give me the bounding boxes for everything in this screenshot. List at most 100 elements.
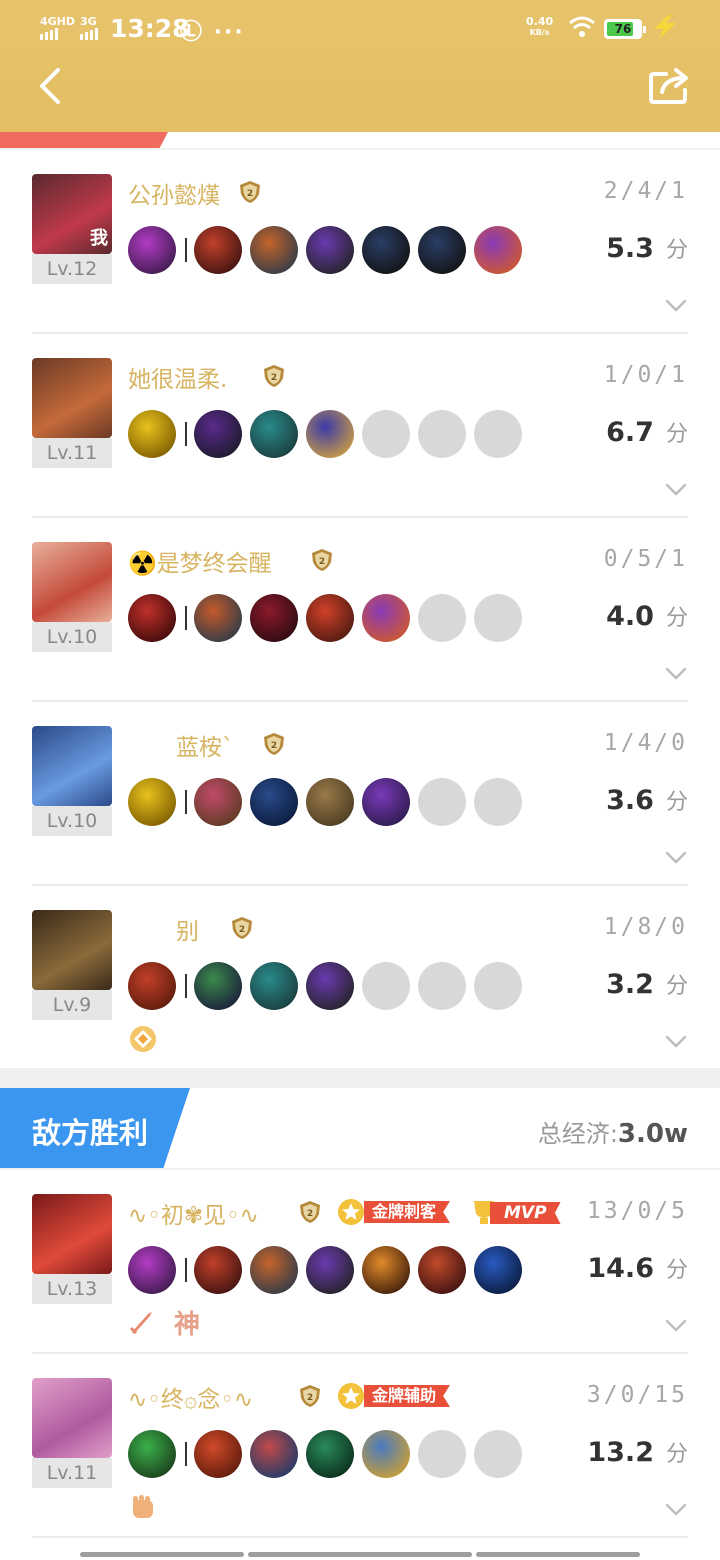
empty-item-slot[interactable] bbox=[418, 962, 466, 1010]
player-row[interactable]: Lv.10 蓝桉` 2 1/4/0 3.6 分 bbox=[32, 726, 688, 876]
expand-chevron-icon[interactable] bbox=[666, 1504, 686, 1516]
hero-level: Lv.10 bbox=[32, 806, 112, 836]
equipment-item-icon[interactable] bbox=[362, 594, 410, 642]
summoner-skill-icon[interactable] bbox=[128, 410, 176, 458]
empty-item-slot[interactable] bbox=[474, 594, 522, 642]
equipment-item-icon[interactable] bbox=[306, 226, 354, 274]
player-name: ☢️是梦终会醒 bbox=[128, 551, 272, 577]
expand-chevron-icon[interactable] bbox=[666, 668, 686, 680]
equipment-item-icon[interactable] bbox=[474, 226, 522, 274]
empty-item-slot[interactable] bbox=[418, 778, 466, 826]
hero-level: Lv.11 bbox=[32, 438, 112, 468]
equipment-item-icon[interactable] bbox=[362, 778, 410, 826]
player-row[interactable]: Lv.10 ☢️是梦终会醒 2 0/5/1 4.0 分 bbox=[32, 542, 688, 692]
equipment-item-icon[interactable] bbox=[306, 410, 354, 458]
equipment-item-icon[interactable] bbox=[474, 1246, 522, 1294]
hero-avatar[interactable] bbox=[32, 910, 112, 990]
summoner-skill-icon[interactable] bbox=[128, 226, 176, 274]
player-score: 14.6 分 bbox=[587, 1252, 688, 1284]
hero-avatar[interactable]: 我 bbox=[32, 174, 112, 254]
equipment-item-icon[interactable] bbox=[418, 226, 466, 274]
back-button[interactable] bbox=[34, 66, 68, 106]
rank-shield-icon: 2 bbox=[264, 733, 284, 755]
kda-stat: 13/0/5 bbox=[586, 1198, 688, 1224]
kda-stat: 1/0/1 bbox=[603, 362, 688, 388]
equipment-item-icon[interactable] bbox=[194, 1246, 242, 1294]
share-button[interactable] bbox=[648, 66, 690, 106]
player-score: 6.7 分 bbox=[606, 416, 688, 448]
score-value: 4.0 bbox=[606, 601, 654, 632]
equipment-item-icon[interactable] bbox=[418, 1246, 466, 1294]
equipment-item-icon[interactable] bbox=[250, 778, 298, 826]
expand-chevron-icon[interactable] bbox=[666, 300, 686, 312]
empty-item-slot[interactable] bbox=[474, 962, 522, 1010]
rank-shield-icon: 2 bbox=[300, 1201, 320, 1223]
empty-item-slot[interactable] bbox=[474, 1430, 522, 1478]
expand-chevron-icon[interactable] bbox=[666, 1036, 686, 1048]
kda-stat: 3/0/15 bbox=[586, 1382, 688, 1408]
summoner-skill-icon[interactable] bbox=[128, 778, 176, 826]
equipment-item-icon[interactable] bbox=[250, 410, 298, 458]
signal-icon bbox=[40, 28, 58, 40]
expand-chevron-icon[interactable] bbox=[666, 484, 686, 496]
equipment-item-icon[interactable] bbox=[250, 226, 298, 274]
equipment-item-icon[interactable] bbox=[362, 1430, 410, 1478]
empty-item-slot[interactable] bbox=[362, 410, 410, 458]
summoner-skill-icon[interactable] bbox=[128, 1246, 176, 1294]
hero-avatar[interactable] bbox=[32, 1378, 112, 1458]
player-name: 她很温柔. bbox=[128, 367, 228, 393]
equipment-item-icon[interactable] bbox=[306, 1430, 354, 1478]
equipment-item-icon[interactable] bbox=[194, 410, 242, 458]
equipment-item-icon[interactable] bbox=[194, 226, 242, 274]
equipment-item-icon[interactable] bbox=[362, 1246, 410, 1294]
equipment-item-icon[interactable] bbox=[306, 1246, 354, 1294]
score-unit: 分 bbox=[665, 422, 688, 447]
equipment-item-icon[interactable] bbox=[194, 962, 242, 1010]
expand-chevron-icon[interactable] bbox=[666, 852, 686, 864]
player-row[interactable]: 我 Lv.12 公孙懿熯 2 2/4/1 5.3 分 bbox=[32, 174, 688, 324]
hero-avatar[interactable] bbox=[32, 726, 112, 806]
svg-text:2: 2 bbox=[319, 557, 325, 567]
empty-item-slot[interactable] bbox=[474, 410, 522, 458]
player-row[interactable]: Lv.13 ∿◦初✾见◦∿ 2 金牌刺客 MVP 13/0/5 14.6 分神 bbox=[32, 1194, 688, 1344]
equipment-item-icon[interactable] bbox=[250, 962, 298, 1010]
empty-item-slot[interactable] bbox=[418, 594, 466, 642]
status-extra-icons: Ⓛ ··· bbox=[180, 20, 245, 45]
row-divider bbox=[32, 1536, 688, 1538]
empty-item-slot[interactable] bbox=[418, 410, 466, 458]
hero-level: Lv.11 bbox=[32, 1458, 112, 1488]
net-speed: 0.40 KB/s bbox=[526, 16, 553, 38]
expand-chevron-icon[interactable] bbox=[666, 1320, 686, 1332]
score-unit: 分 bbox=[665, 606, 688, 631]
equipment-item-icon[interactable] bbox=[194, 594, 242, 642]
summoner-skill-icon[interactable] bbox=[128, 1430, 176, 1478]
player-row[interactable]: Lv.9 别 2 1/8/0 3.2 分 bbox=[32, 910, 688, 1060]
player-name: ∿◦初✾见◦∿ bbox=[128, 1203, 259, 1229]
empty-item-slot[interactable] bbox=[474, 778, 522, 826]
player-score: 13.2 分 bbox=[587, 1436, 688, 1468]
signal-icon-2 bbox=[80, 28, 98, 40]
section-separator bbox=[0, 1068, 720, 1088]
empty-item-slot[interactable] bbox=[418, 1430, 466, 1478]
equipment-item-icon[interactable] bbox=[194, 1430, 242, 1478]
hero-level: Lv.10 bbox=[32, 622, 112, 652]
empty-item-slot[interactable] bbox=[362, 962, 410, 1010]
equipment-item-icon[interactable] bbox=[362, 226, 410, 274]
summoner-skill-icon[interactable] bbox=[128, 962, 176, 1010]
equipment-item-icon[interactable] bbox=[306, 594, 354, 642]
hero-avatar[interactable] bbox=[32, 358, 112, 438]
equipment-item-icon[interactable] bbox=[306, 778, 354, 826]
equipment-item-icon[interactable] bbox=[250, 1246, 298, 1294]
hero-avatar[interactable] bbox=[32, 542, 112, 622]
player-row[interactable]: Lv.11 ∿◦终۞念◦∿ 2 金牌辅助 3/0/15 13.2 分 bbox=[32, 1378, 688, 1528]
summoner-skill-icon[interactable] bbox=[128, 594, 176, 642]
equipment-item-icon[interactable] bbox=[250, 594, 298, 642]
enemy-victory-tab[interactable]: 敌方胜利 bbox=[0, 1088, 190, 1168]
score-value: 3.2 bbox=[606, 969, 654, 1000]
player-row[interactable]: Lv.11 她很温柔. 2 1/0/1 6.7 分 bbox=[32, 358, 688, 508]
hero-avatar[interactable] bbox=[32, 1194, 112, 1274]
score-unit: 分 bbox=[665, 238, 688, 263]
equipment-item-icon[interactable] bbox=[250, 1430, 298, 1478]
equipment-item-icon[interactable] bbox=[194, 778, 242, 826]
equipment-item-icon[interactable] bbox=[306, 962, 354, 1010]
